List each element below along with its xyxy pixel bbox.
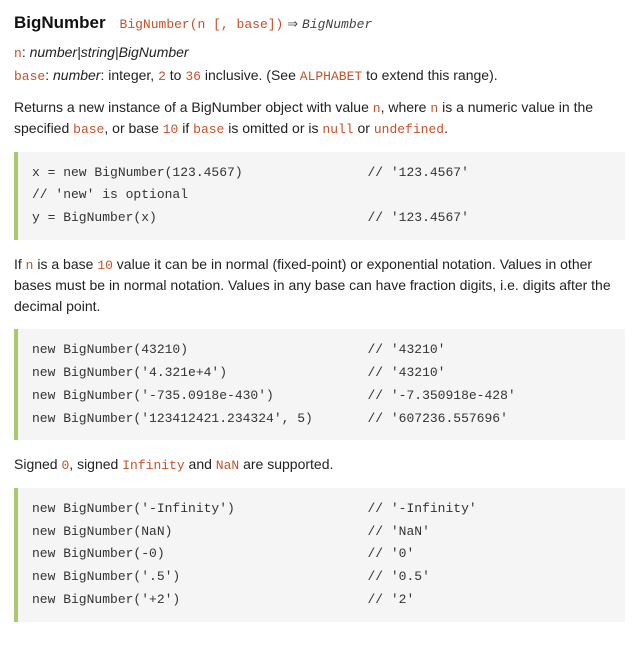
param-type: number: [53, 67, 100, 83]
method-title: BigNumber: [14, 13, 106, 32]
description-1: Returns a new instance of a BigNumber ob…: [14, 97, 625, 140]
param-name: n: [14, 46, 22, 61]
code-block-1: x = new BigNumber(123.4567) // '123.4567…: [14, 152, 625, 240]
arrow-icon: ⇒: [287, 17, 298, 32]
return-type: BigNumber: [302, 17, 372, 32]
code-block-2: new BigNumber(43210) // '43210' new BigN…: [14, 329, 625, 440]
param-name: base: [14, 69, 45, 84]
param-n: n: number|string|BigNumber: [14, 42, 625, 64]
alphabet-link[interactable]: ALPHABET: [300, 69, 362, 84]
param-base: base: number: integer, 2 to 36 inclusive…: [14, 65, 625, 87]
code-block-3: new BigNumber('-Infinity') // '-Infinity…: [14, 488, 625, 622]
description-3: Signed 0, signed Infinity and NaN are su…: [14, 454, 625, 476]
param-type: number|string|BigNumber: [30, 44, 189, 60]
method-header: BigNumber BigNumber(n [, base]) ⇒ BigNum…: [14, 10, 625, 36]
description-2: If n is a base 10 value it can be in nor…: [14, 254, 625, 318]
method-signature: BigNumber(n [, base]): [120, 17, 284, 32]
